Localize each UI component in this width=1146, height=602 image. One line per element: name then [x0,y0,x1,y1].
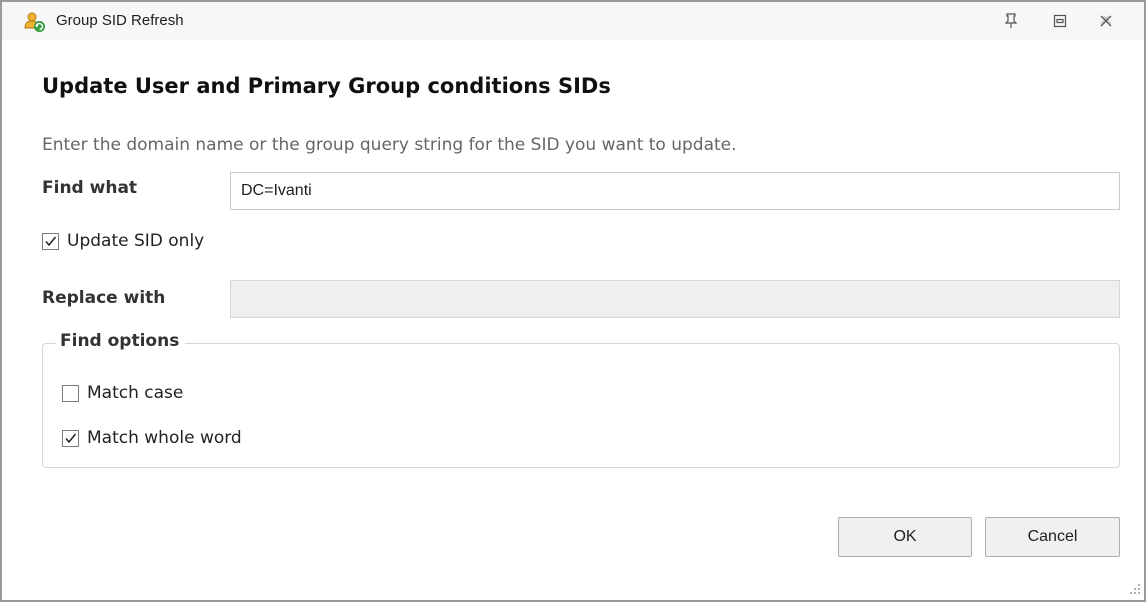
cancel-button[interactable]: Cancel [985,517,1120,557]
window-title: Group SID Refresh [56,12,184,29]
find-what-label: Find what [42,178,138,198]
update-sid-only-label: Update SID only [67,231,205,251]
checkbox-unchecked-icon[interactable] [62,384,79,402]
restore-icon[interactable] [1049,10,1071,32]
find-options-group [42,343,1120,468]
match-whole-word-label: Match whole word [87,428,242,448]
ok-button[interactable]: OK [838,517,972,557]
group-refresh-icon [24,11,46,33]
dialog-window: Group SID Refresh Update User and Primar… [0,0,1146,602]
match-case-label: Match case [87,383,184,403]
replace-with-input [230,280,1120,318]
resize-grip-icon[interactable] [1127,580,1141,594]
checkbox-checked-icon[interactable] [62,429,79,447]
match-whole-word-checkbox[interactable]: Match whole word [62,428,242,448]
close-icon[interactable] [1095,10,1117,32]
pin-icon[interactable] [1000,10,1022,32]
find-what-input[interactable]: DC=Ivanti [230,172,1120,210]
update-sid-only-checkbox[interactable]: Update SID only [42,231,204,251]
checkbox-checked-icon[interactable] [42,232,59,250]
replace-with-label: Replace with [42,288,166,308]
instruction-text: Enter the domain name or the group query… [42,135,737,155]
dialog-heading: Update User and Primary Group conditions… [42,74,611,98]
find-options-legend: Find options [56,331,186,351]
match-case-checkbox[interactable]: Match case [62,383,183,403]
title-bar: Group SID Refresh [2,2,1144,40]
